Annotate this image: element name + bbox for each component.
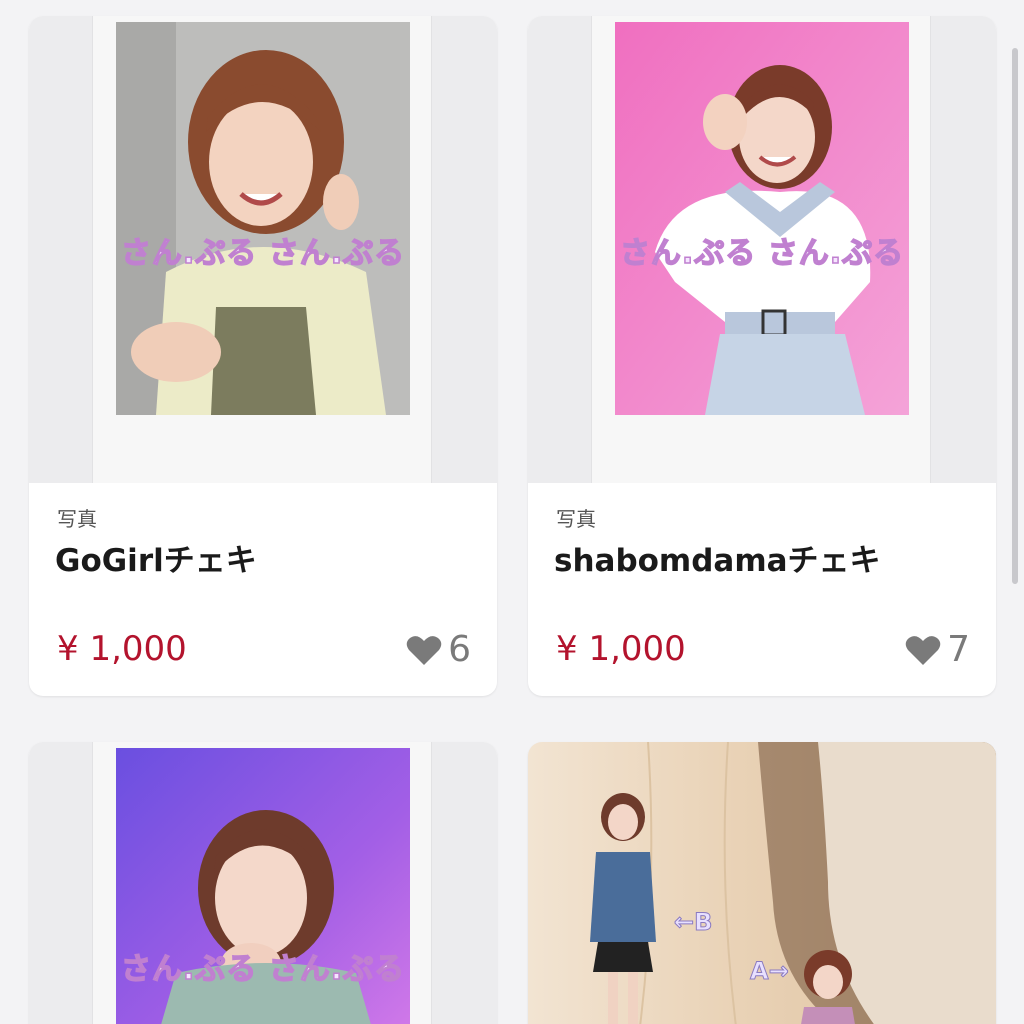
product-photo: ←B A→ (528, 742, 996, 1024)
product-title[interactable]: shabomdamaチェキ (554, 535, 881, 580)
stand-label-b: ←B (673, 908, 713, 937)
instax-frame: さん.ぷる さん.ぷる (592, 16, 930, 483)
product-image[interactable]: さん.ぷる さん.ぷる (29, 16, 497, 483)
product-image[interactable]: さん.ぷる さん.ぷる (29, 742, 497, 1024)
watermark-text: さん.ぷる さん.ぷる (120, 951, 406, 988)
product-category: 写真 (57, 507, 97, 531)
product-info: 写真 shabomdamaチェキ ¥ 1,000 7 (528, 483, 996, 696)
like-button[interactable]: 7 (905, 629, 970, 670)
like-button[interactable]: 6 (406, 629, 471, 670)
product-photo: さん.ぷる さん.ぷる (615, 22, 909, 415)
product-grid-page: さん.ぷる さん.ぷる 写真 GoGirlチェキ ¥ 1,000 6 さん.ぷる… (0, 0, 1024, 1024)
heart-icon (905, 635, 941, 665)
product-card-3[interactable]: さん.ぷる さん.ぷる (29, 742, 497, 1024)
watermark-text: さん.ぷる さん.ぷる (619, 235, 905, 272)
like-count: 6 (448, 629, 471, 670)
scrollbar[interactable] (1012, 48, 1018, 584)
product-info: 写真 GoGirlチェキ ¥ 1,000 6 (29, 483, 497, 696)
product-category: 写真 (556, 507, 596, 531)
stand-label-a: A→ (750, 957, 790, 986)
product-photo: さん.ぷる さん.ぷる (116, 748, 410, 1024)
watermark-text: さん.ぷる さん.ぷる (120, 235, 406, 272)
product-title[interactable]: GoGirlチェキ (55, 535, 257, 580)
instax-frame: さん.ぷる さん.ぷる (93, 16, 431, 483)
product-photo: さん.ぷる さん.ぷる (116, 22, 410, 415)
product-card-gogirl[interactable]: さん.ぷる さん.ぷる 写真 GoGirlチェキ ¥ 1,000 6 (29, 16, 497, 696)
product-price: ¥ 1,000 (556, 629, 686, 669)
product-card-shabomdama[interactable]: さん.ぷる さん.ぷる 写真 shabomdamaチェキ ¥ 1,000 7 (528, 16, 996, 696)
heart-icon (406, 635, 442, 665)
product-image[interactable]: ←B A→ (528, 742, 996, 1024)
product-card-4[interactable]: ←B A→ (528, 742, 996, 1024)
product-price: ¥ 1,000 (57, 629, 187, 669)
like-count: 7 (947, 629, 970, 670)
instax-frame: さん.ぷる さん.ぷる (93, 742, 431, 1024)
product-image[interactable]: さん.ぷる さん.ぷる (528, 16, 996, 483)
